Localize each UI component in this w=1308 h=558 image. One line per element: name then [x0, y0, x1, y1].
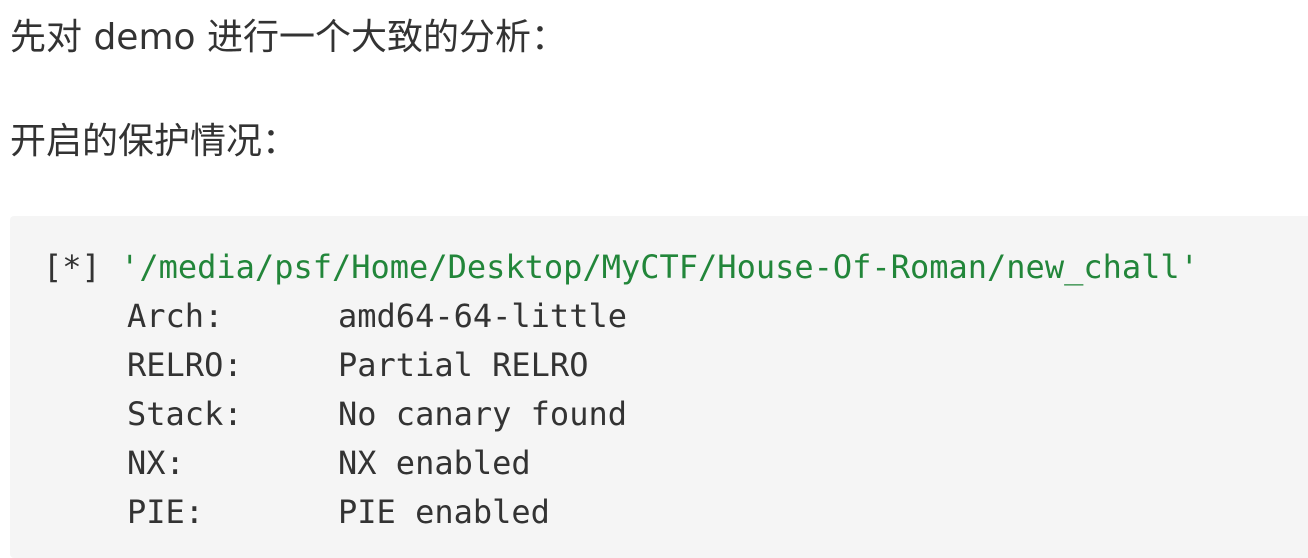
pie-value: PIE enabled	[338, 493, 550, 531]
code-block: [*] '/media/psf/Home/Desktop/MyCTF/House…	[10, 216, 1308, 558]
stack-key: Stack:	[127, 395, 243, 433]
nx-key: NX:	[127, 444, 185, 482]
code-line-header: [*] '/media/psf/Home/Desktop/MyCTF/House…	[43, 243, 1199, 292]
code-line-stack: Stack: No canary found	[43, 390, 1199, 439]
nx-value: NX enabled	[338, 444, 531, 482]
code-line-nx: NX: NX enabled	[43, 439, 1199, 488]
relro-key: RELRO:	[127, 346, 243, 384]
protections-paragraph: 开启的保护情况：	[10, 121, 299, 162]
arch-value: amd64-64-little	[338, 297, 627, 335]
info-prefix: [*]	[43, 248, 101, 286]
arch-key: Arch:	[127, 297, 224, 335]
code-line-relro: RELRO: Partial RELRO	[43, 341, 1199, 390]
checksec-output: [*] '/media/psf/Home/Desktop/MyCTF/House…	[43, 243, 1199, 537]
binary-path-string: '/media/psf/Home/Desktop/MyCTF/House-Of-…	[120, 248, 1199, 286]
stack-value: No canary found	[338, 395, 627, 433]
code-line-arch: Arch: amd64-64-little	[43, 292, 1199, 341]
relro-value: Partial RELRO	[338, 346, 589, 384]
code-line-pie: PIE: PIE enabled	[43, 488, 1199, 537]
pie-key: PIE:	[127, 493, 205, 531]
intro-paragraph: 先对 demo 进行一个大致的分析：	[10, 17, 567, 58]
